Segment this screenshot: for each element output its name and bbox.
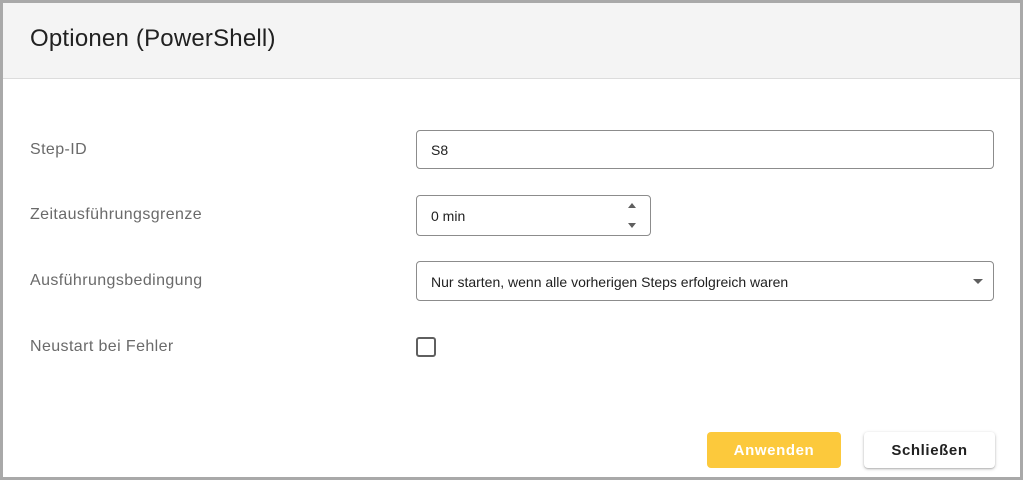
condition-select[interactable]: Nur starten, wenn alle vorherigen Steps … xyxy=(416,261,994,301)
dialog-title: Optionen (PowerShell) xyxy=(30,25,276,52)
dialog-header: Optionen (PowerShell) xyxy=(3,3,1020,79)
restart-label: Neustart bei Fehler xyxy=(30,338,174,355)
time-limit-stepper[interactable]: 0 min xyxy=(416,195,651,236)
time-limit-label: Zeitausführungsgrenze xyxy=(30,206,203,223)
spin-down-icon[interactable] xyxy=(628,223,636,228)
options-dialog: Optionen (PowerShell) Step-ID S8 Zeitaus… xyxy=(3,3,1020,477)
condition-value: Nur starten, wenn alle vorherigen Steps … xyxy=(431,274,789,290)
dropdown-caret-icon xyxy=(973,279,983,284)
spin-up-icon[interactable] xyxy=(628,203,636,208)
step-id-label: Step-ID xyxy=(30,141,88,158)
condition-label: Ausführungsbedingung xyxy=(30,272,203,289)
time-limit-value: 0 min xyxy=(431,208,466,224)
apply-button[interactable]: Anwenden xyxy=(707,432,841,468)
step-id-value: S8 xyxy=(431,142,449,158)
restart-checkbox[interactable] xyxy=(416,337,436,357)
step-id-input[interactable]: S8 xyxy=(416,130,994,169)
close-button[interactable]: Schließen xyxy=(864,432,995,468)
